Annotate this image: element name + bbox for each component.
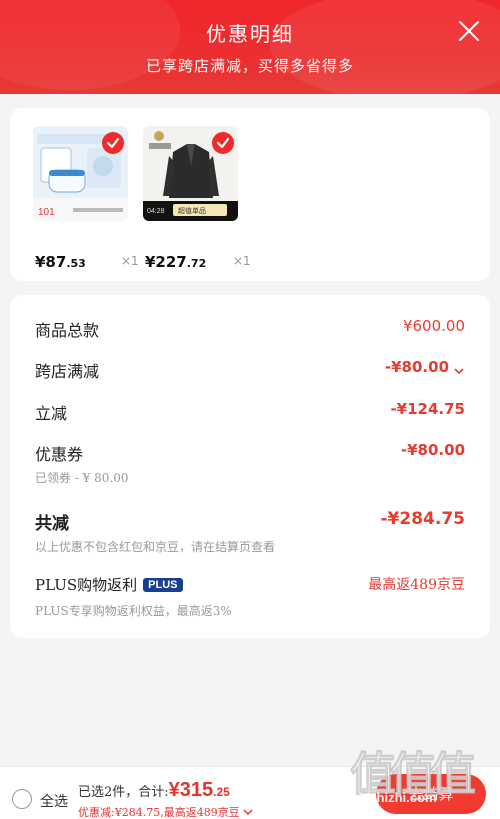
plus-rebate-value: 最高返489京豆 [368,577,465,593]
cross-store-label: 跨店满减 [35,362,100,381]
product-image[interactable]: 超值单品 04:28 [143,126,238,221]
selected-summary: 已选2件，合计:¥315.25 [78,779,230,802]
product-item[interactable]: 101 ¥87.53 ×1 [33,126,139,271]
instant-discount-row: 立减 -¥124.75 [35,400,465,426]
product-card: 101 ¥87.53 ×1 超值单品 04:28 ¥227.72 ×1 [10,108,490,281]
total-price-cents: .25 [213,785,230,799]
total-row: 商品总款 ¥600.00 [35,317,465,343]
selected-count-text: 已选2件，合计: [78,785,169,800]
cross-store-value: -¥80.00 [384,358,449,376]
product-quantity: ×1 [233,254,251,268]
product-item[interactable]: 超值单品 04:28 ¥227.72 ×1 [143,126,251,271]
total-discount-label: 共减 [35,514,69,534]
selected-check-icon[interactable] [102,132,124,154]
product-quantity: ×1 [121,254,139,268]
select-all-label[interactable]: 全选 [40,791,68,811]
selected-check-icon[interactable] [212,132,234,154]
discount-summary[interactable]: 优惠减:¥284.75,最高返489京豆 [78,804,253,819]
page-title: 优惠明细 [206,22,294,46]
plus-note: PLUS专享购物返利权益，最高返3% [35,604,232,618]
chevron-down-icon[interactable] [453,362,465,381]
coupon-sub-text: 已领券 - ¥ 80.00 [35,471,129,485]
plus-rebate-label: PLUS购物返利 [35,576,138,594]
page-subtitle: 已享跨店满减，买得多省得多 [145,57,354,75]
watermark-logo: 值值值 zhizhizhi.com [350,738,490,806]
coupon-row: 优惠券 -¥80.00 [35,441,465,467]
total-discount-row: 共减 -¥284.75 [35,509,465,535]
cross-store-row[interactable]: 跨店满减 -¥80.00 [35,358,465,384]
plus-badge: PLUS [143,578,183,592]
product-price: ¥227.72 [145,253,207,271]
close-icon[interactable] [458,20,480,42]
select-all-radio[interactable] [12,789,32,809]
product-image-label: 101 [38,207,55,218]
coupon-label: 优惠券 [35,445,84,464]
discount-note: 以上优惠不包含红包和京豆，请在结算页查看 [35,540,276,554]
chevron-down-icon[interactable] [243,808,253,816]
plus-note-row: PLUS专享购物返利权益，最高返3% [35,602,465,628]
watermark-url: zhizhizhi.com [352,790,437,805]
product-image[interactable]: 101 [33,126,128,221]
svg-text:04:28: 04:28 [147,208,165,215]
header-banner: 优惠明细 已享跨店满减，买得多省得多 [0,0,500,94]
total-value: ¥600.00 [402,317,465,335]
total-price: ¥315 [168,779,214,801]
coupon-sub-row: 已领券 - ¥ 80.00 [35,469,465,495]
discount-detail-card: 商品总款 ¥600.00 跨店满减 -¥80.00 立减 -¥124.75 优惠… [10,295,490,638]
product-price: ¥87.53 [35,253,86,271]
plus-rebate-label-group: PLUS购物返利 PLUS [35,574,183,595]
discount-note-row: 以上优惠不包含红包和京豆，请在结算页查看 [35,538,465,564]
coupon-value: -¥80.00 [400,441,465,459]
instant-discount-value: -¥124.75 [390,400,465,418]
product-image-label: 超值单品 [178,206,206,215]
instant-discount-label: 立减 [35,404,68,423]
header-decoration [270,0,500,94]
total-label: 商品总款 [35,321,100,340]
total-discount-value: -¥284.75 [380,509,466,529]
plus-rebate-row: PLUS购物返利 PLUS 最高返489京豆 [35,574,465,600]
